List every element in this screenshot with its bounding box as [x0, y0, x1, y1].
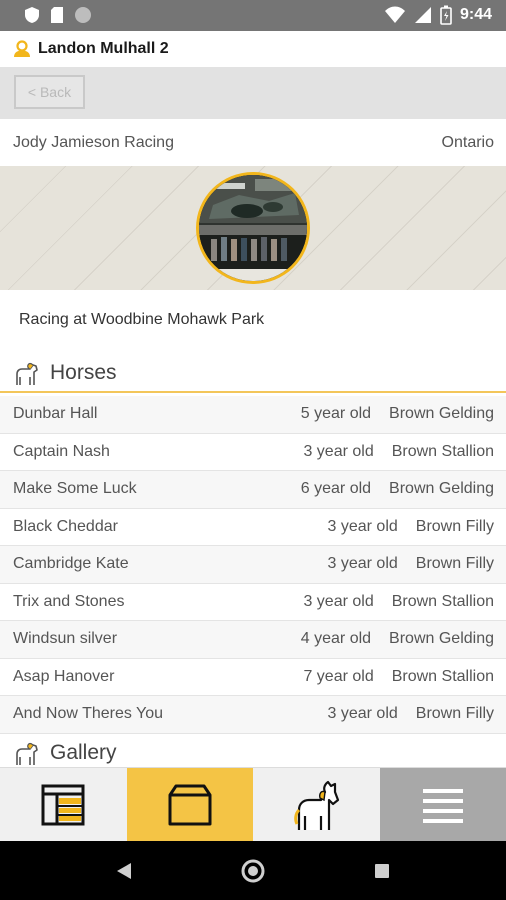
horse-row[interactable]: And Now Theres You 3 year old Brown Fill… [0, 696, 506, 734]
recents-square-icon[interactable] [373, 862, 391, 880]
horse-icon [16, 362, 38, 385]
back-button[interactable]: < Back [14, 75, 85, 109]
horse-description: Brown Stallion [391, 442, 494, 460]
sd-card-icon [51, 7, 63, 23]
status-time: 9:44 [459, 6, 492, 23]
horse-name: Asap Hanover [13, 667, 115, 685]
horse-age: 5 year old [300, 405, 372, 423]
horse-description: Brown Gelding [389, 405, 494, 423]
user-header: Landon Mulhall 2 [0, 31, 506, 67]
horse-age: 3 year old [327, 555, 398, 573]
wifi-icon [384, 6, 405, 23]
signal-icon [414, 7, 431, 23]
horse-row[interactable]: Captain Nash 3 year old Brown Stallion [0, 433, 506, 471]
horse-description: Brown Stallion [391, 592, 494, 610]
stable-info-row: Jody Jamieson Racing Ontario [0, 119, 506, 166]
horse-name: Cambridge Kate [13, 555, 129, 573]
stable-avatar-photo [196, 172, 310, 284]
horse-row[interactable]: Make Some Luck 6 year old Brown Gelding [0, 471, 506, 509]
horse-row[interactable]: Windsun silver 4 year old Brown Gelding [0, 621, 506, 659]
tab-dashboard[interactable] [0, 768, 127, 842]
horse-description: Brown Gelding [389, 630, 494, 648]
horse-name: Make Some Luck [13, 480, 137, 498]
horse-age: 3 year old [303, 442, 374, 460]
horses-section-header: Horses [0, 355, 506, 393]
layout-grid-icon [41, 784, 85, 826]
horse-row[interactable]: Cambridge Kate 3 year old Brown Filly [0, 546, 506, 584]
horse-name: Black Cheddar [13, 517, 118, 535]
horse-age: 3 year old [327, 705, 398, 723]
back-bar: < Back [0, 67, 506, 119]
horse-name: Windsun silver [13, 630, 118, 648]
battery-icon [440, 5, 452, 25]
tab-menu[interactable] [379, 768, 506, 842]
hamburger-menu-icon [422, 789, 463, 823]
horse-icon [16, 742, 38, 765]
horse-list: Dunbar Hall 5 year old Brown Gelding Cap… [0, 396, 506, 734]
tab-stable[interactable] [126, 768, 253, 842]
horse-row[interactable]: Trix and Stones 3 year old Brown Stallio… [0, 583, 506, 621]
horse-age: 4 year old [300, 630, 372, 648]
system-nav-bar [0, 841, 506, 900]
stable-folder-icon [168, 784, 212, 826]
gallery-section-header: Gallery [0, 736, 506, 770]
horses-title: Horses [50, 361, 117, 384]
horse-description: Brown Filly [415, 555, 494, 573]
horse-description: Brown Gelding [389, 480, 494, 498]
horse-name: And Now Theres You [13, 705, 164, 723]
horse-name: Dunbar Hall [13, 405, 98, 423]
horse-age: 3 year old [303, 592, 374, 610]
horse-row[interactable]: Dunbar Hall 5 year old Brown Gelding [0, 396, 506, 434]
user-name: Landon Mulhall 2 [38, 40, 169, 57]
status-bar: 9:44 [0, 0, 506, 31]
horse-description: Brown Filly [415, 705, 494, 723]
horse-row[interactable]: Black Cheddar 3 year old Brown Filly [0, 508, 506, 546]
stable-tagline: Racing at Woodbine Mohawk Park [19, 311, 265, 328]
horse-description: Brown Stallion [391, 667, 494, 685]
stable-banner [0, 166, 506, 290]
horse-name: Captain Nash [13, 442, 110, 460]
back-triangle-icon[interactable] [115, 861, 133, 881]
horse-row[interactable]: Asap Hanover 7 year old Brown Stallion [0, 658, 506, 696]
horse-age: 7 year old [303, 667, 374, 685]
stable-region: Ontario [441, 133, 494, 151]
home-circle-icon[interactable] [241, 859, 265, 883]
circle-icon [75, 7, 91, 23]
shield-icon [25, 7, 39, 23]
tab-horses[interactable] [253, 768, 380, 842]
horse-age: 3 year old [327, 517, 398, 535]
horse-name: Trix and Stones [13, 592, 125, 610]
stable-name: Jody Jamieson Racing [13, 133, 174, 151]
horse-age: 6 year old [300, 480, 372, 498]
person-icon [14, 40, 30, 57]
bottom-tab-bar [0, 767, 506, 842]
horse-icon [294, 780, 340, 830]
horse-description: Brown Filly [415, 517, 494, 535]
gallery-title: Gallery [50, 741, 117, 764]
